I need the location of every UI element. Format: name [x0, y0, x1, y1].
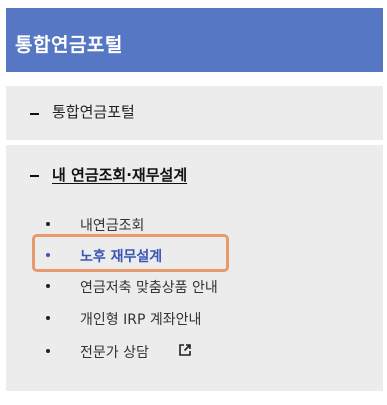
external-link-icon: [179, 344, 191, 356]
sidebar-title: 통합연금포털: [15, 34, 123, 56]
nav-subitem-label: 전문가 상담: [80, 345, 149, 361]
nav-item-portal-label: 통합연금포털: [52, 103, 135, 121]
nav-category-label: 내 연금조회·재무설계: [52, 166, 188, 184]
sidebar-header: 통합연금포털: [6, 8, 383, 72]
pension-menu-section: 내 연금조회·재무설계 내연금조회 노후 재무설계 연금저축 맞춤상품 안내 개…: [6, 145, 383, 391]
nav-category-pension[interactable]: 내 연금조회·재무설계: [6, 157, 383, 191]
nav-subitem-label: 내연금조회: [80, 218, 145, 234]
bullet-marker: [46, 222, 50, 226]
bullet-marker: [46, 349, 50, 353]
dash-marker: [30, 175, 39, 177]
nav-subitem-label: 연금저축 맞춤상품 안내: [80, 280, 218, 296]
bullet-marker: [46, 316, 50, 320]
nav-subitem-label: 개인형 IRP 계좌안내: [80, 312, 202, 328]
bullet-marker: [46, 284, 50, 288]
dash-marker: [30, 113, 39, 115]
active-item-highlight: [32, 234, 229, 272]
sidebar-frame: 통합연금포털 통합연금포털 내 연금조회·재무설계 내연금조회 노후 재무설계 …: [6, 8, 383, 400]
nav-item-portal[interactable]: 통합연금포털: [6, 86, 383, 140]
portal-section: 통합연금포털: [6, 86, 383, 140]
